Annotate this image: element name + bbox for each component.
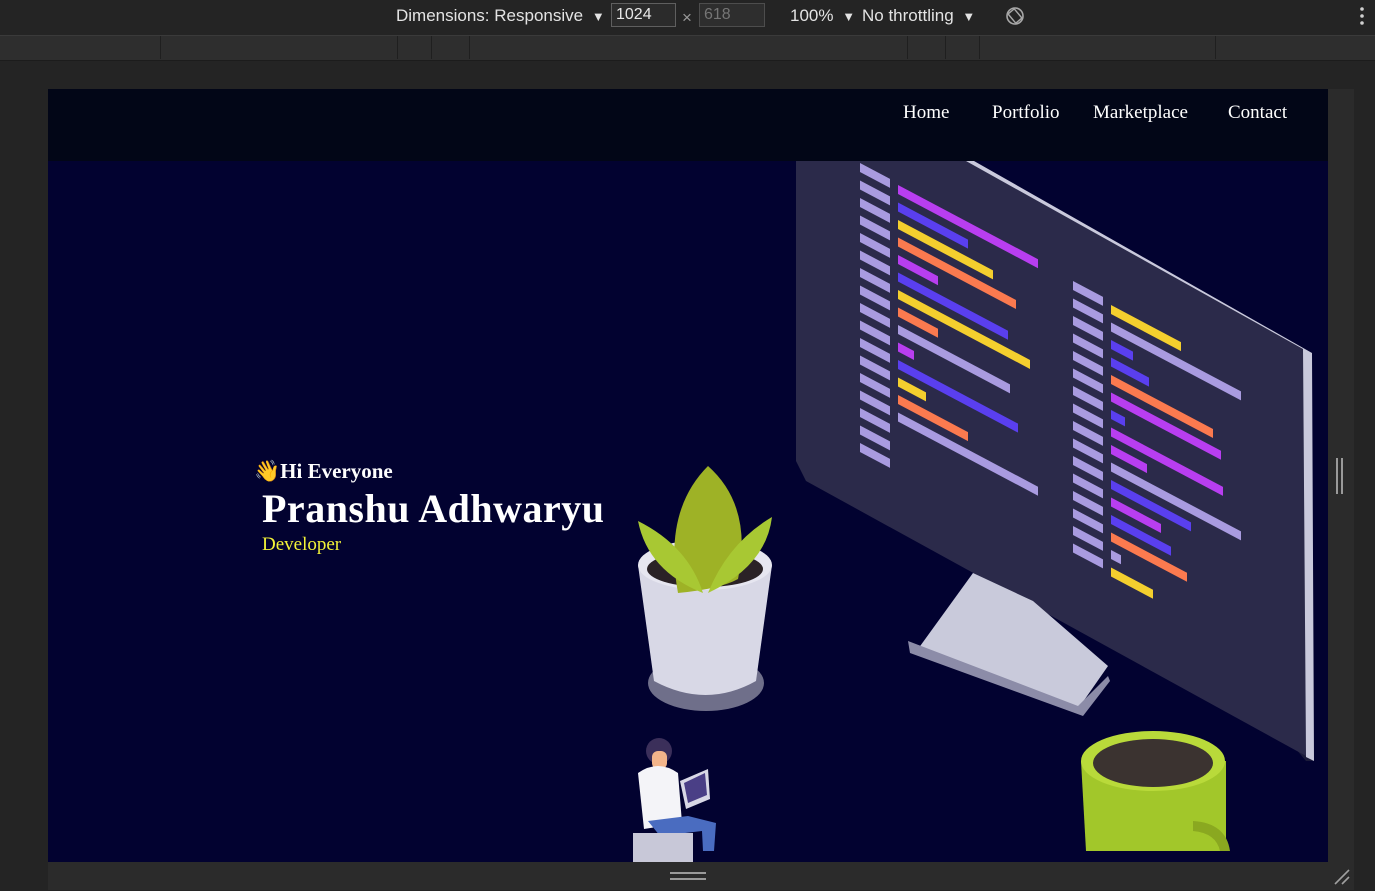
- nav-contact-link[interactable]: Contact: [1228, 102, 1287, 124]
- right-resize-handle[interactable]: [1336, 458, 1344, 494]
- ruler-segment: [979, 36, 980, 59]
- media-query-ruler[interactable]: [0, 35, 1375, 61]
- ruler-segment: [431, 36, 432, 59]
- bottom-resize-handle[interactable]: [670, 872, 706, 882]
- height-input[interactable]: [699, 3, 765, 27]
- zoom-dropdown[interactable]: 100% ▼: [790, 6, 855, 26]
- dimensions-label: Dimensions: Responsive: [396, 6, 584, 25]
- width-input[interactable]: [611, 3, 676, 27]
- zoom-label: 100%: [790, 6, 834, 25]
- nav-home-link[interactable]: Home: [903, 102, 949, 124]
- greeting: 👋Hi Everyone: [254, 459, 393, 484]
- person-seat: [633, 833, 693, 862]
- hero-role: Developer: [262, 534, 342, 555]
- hero-name: Pranshu Adhwaryu: [262, 486, 605, 531]
- mug-coffee: [1093, 739, 1213, 787]
- emulated-viewport: Home Portfolio Marketplace Contact 👋Hi E…: [48, 89, 1328, 862]
- chevron-down-icon: ▼: [591, 9, 605, 24]
- nav-marketplace-link[interactable]: Marketplace: [1093, 102, 1188, 124]
- rotate-icon[interactable]: [1004, 5, 1026, 32]
- ruler-segment: [397, 36, 398, 59]
- throttling-label: No throttling: [862, 6, 954, 25]
- more-vertical-icon[interactable]: [1358, 6, 1366, 31]
- greeting-text: Hi Everyone: [280, 459, 393, 483]
- times-sign: ×: [682, 8, 692, 27]
- device-toolbar: Dimensions: Responsive ▼ × 100% ▼ No thr…: [0, 0, 1375, 35]
- chevron-down-icon: ▼: [962, 9, 976, 24]
- navbar: Home Portfolio Marketplace Contact: [48, 89, 1328, 161]
- waving-hand-icon: 👋: [254, 459, 281, 483]
- ruler-segment: [469, 36, 470, 59]
- developer-illustration: [633, 161, 1314, 862]
- hero-section: 👋Hi Everyone Pranshu Adhwaryu Developer: [48, 161, 1328, 862]
- ruler-segment: [1215, 36, 1216, 59]
- grip-line: [670, 872, 706, 874]
- grip-line: [670, 878, 706, 880]
- ruler-segment: [160, 36, 161, 59]
- ruler-segment: [945, 36, 946, 59]
- chevron-down-icon: ▼: [842, 9, 856, 24]
- grip-line: [1341, 458, 1343, 494]
- dimensions-dropdown[interactable]: Dimensions: Responsive ▼: [396, 6, 605, 26]
- throttling-dropdown[interactable]: No throttling ▼: [862, 6, 975, 26]
- grip-line: [1336, 458, 1338, 494]
- nav-portfolio-link[interactable]: Portfolio: [992, 102, 1060, 124]
- ruler-segment: [907, 36, 908, 59]
- corner-resize-icon[interactable]: [1333, 868, 1351, 886]
